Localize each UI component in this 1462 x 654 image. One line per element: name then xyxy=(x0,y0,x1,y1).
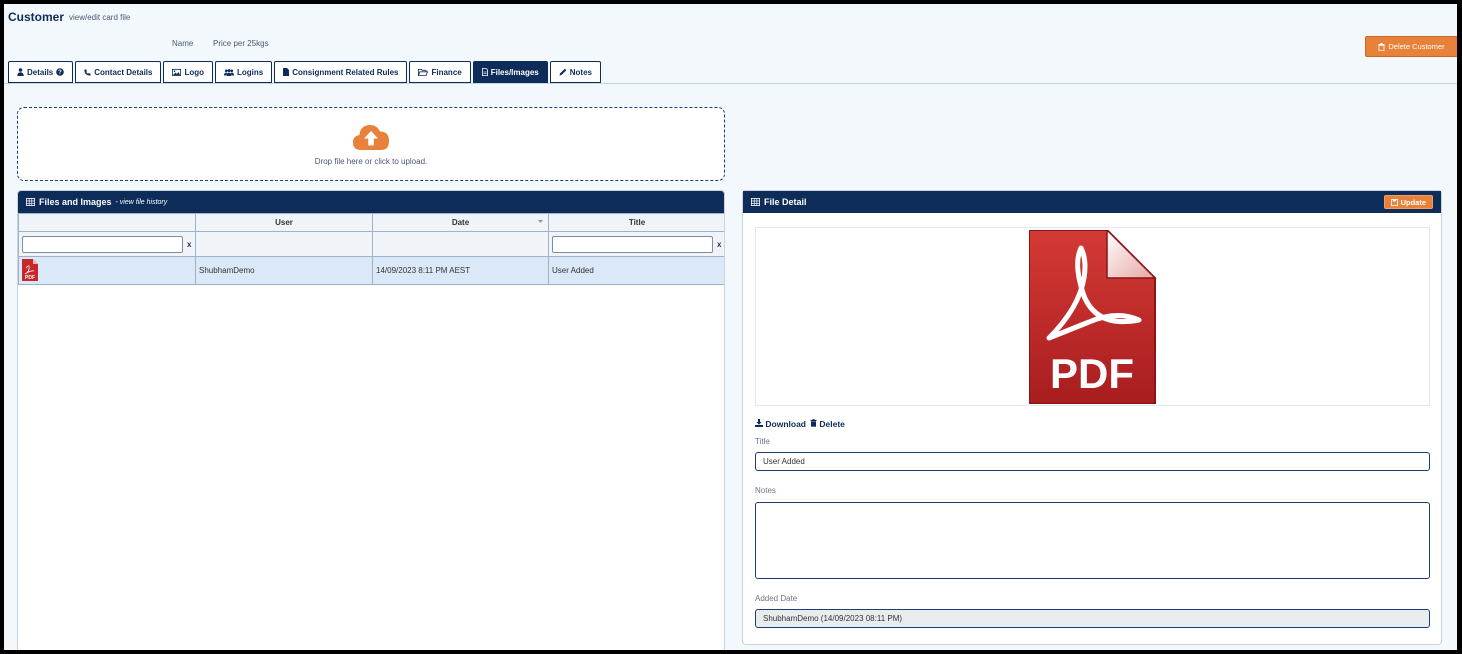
column-header-user[interactable]: User xyxy=(195,213,373,232)
column-header-title[interactable]: Title xyxy=(548,213,724,232)
file-preview: PDF xyxy=(755,227,1430,406)
page-subtitle: view/edit card file xyxy=(69,13,131,22)
files-images-panel: Files and Images - view file history Use… xyxy=(17,190,725,650)
notes-label: Notes xyxy=(755,486,776,495)
svg-text:?: ? xyxy=(58,70,62,76)
tab-details-label: Details xyxy=(27,67,54,77)
tab-files-images[interactable]: Files/Images xyxy=(472,61,548,83)
filter-cell-title: x xyxy=(548,231,724,257)
file-icon-cell: PDF xyxy=(18,256,196,285)
page-title: Customer xyxy=(8,10,65,24)
title-field[interactable]: User Added xyxy=(755,452,1430,471)
added-date-field: ShubhamDemo (14/09/2023 08:11 PM) xyxy=(755,609,1430,628)
icon-filter-input[interactable] xyxy=(22,235,183,253)
table-row[interactable]: PDF ShubhamDemo 14/09/2023 8:11 PM AEST … xyxy=(18,256,724,285)
pencil-icon xyxy=(559,68,567,76)
delete-customer-button[interactable]: Delete Customer xyxy=(1365,36,1457,57)
tab-details[interactable]: Details ? xyxy=(8,61,74,83)
user-cell: ShubhamDemo xyxy=(195,256,373,285)
column-header-icon xyxy=(18,213,196,232)
file-detail-title: File Detail xyxy=(764,197,807,207)
files-panel-header: Files and Images - view file history xyxy=(18,191,724,213)
app-frame: Customer view/edit card file Name Price … xyxy=(4,4,1457,650)
file-actions: Download Delete xyxy=(755,419,845,429)
tab-finance-label: Finance xyxy=(431,67,462,77)
delete-file-label: Delete xyxy=(819,419,845,429)
table-icon xyxy=(26,198,35,206)
clear-icon-filter-button[interactable]: x xyxy=(187,240,191,249)
cloud-upload-icon xyxy=(353,124,389,150)
file-dropzone[interactable]: Drop file here or click to upload. xyxy=(17,107,725,181)
tab-logins-label: Logins xyxy=(237,67,264,77)
tab-files-images-label: Files/Images xyxy=(490,67,539,77)
filter-cell-icon: x xyxy=(18,231,196,257)
name-label: Name xyxy=(172,39,194,48)
files-panel-title: Files and Images xyxy=(39,197,112,207)
download-link[interactable]: Download xyxy=(755,419,806,429)
delete-customer-label: Delete Customer xyxy=(1388,42,1445,51)
file-detail-header: File Detail Update xyxy=(743,191,1441,213)
question-circle-icon: ? xyxy=(56,68,65,76)
tab-consignment-rules[interactable]: Consignment Related Rules xyxy=(274,61,408,83)
tab-bar: Details ? Contact Details Logo Logins Co… xyxy=(8,61,601,83)
tab-logins[interactable]: Logins xyxy=(215,61,273,83)
file-detail-panel: File Detail Update PDF Download Delete T… xyxy=(742,190,1442,645)
pdf-preview-label: PDF xyxy=(1050,350,1134,397)
update-label: Update xyxy=(1400,197,1426,207)
trash-icon xyxy=(1378,42,1385,51)
tab-consignment-rules-label: Consignment Related Rules xyxy=(292,67,399,77)
tab-finance[interactable]: Finance xyxy=(409,61,471,83)
pdf-icon: PDF xyxy=(22,258,38,281)
tab-logo-label: Logo xyxy=(184,67,205,77)
tab-contact-details[interactable]: Contact Details xyxy=(75,61,162,83)
filter-cell-user xyxy=(195,231,373,257)
download-icon xyxy=(755,419,763,427)
save-icon xyxy=(1390,198,1398,206)
user-icon xyxy=(17,68,24,76)
dropzone-text: Drop file here or click to upload. xyxy=(314,156,428,166)
view-file-history-link[interactable]: - view file history xyxy=(116,199,168,206)
table-icon xyxy=(751,198,760,206)
pdf-icon-label: PDF xyxy=(25,275,35,281)
name-value: Price per 25kgs xyxy=(213,39,269,48)
tab-divider xyxy=(4,83,1457,84)
clear-title-filter-button[interactable]: x xyxy=(717,240,721,249)
update-button[interactable]: Update xyxy=(1383,195,1433,209)
tab-contact-details-label: Contact Details xyxy=(94,67,153,77)
folder-open-icon xyxy=(418,68,429,76)
files-table: User Date Title x x PDF ShubhamDemo 14/0… xyxy=(18,213,724,285)
users-icon xyxy=(224,68,235,76)
file-icon xyxy=(283,68,290,76)
column-header-date[interactable]: Date xyxy=(372,213,549,232)
trash-icon xyxy=(810,419,817,427)
delete-file-link[interactable]: Delete xyxy=(810,419,845,429)
tab-logo[interactable]: Logo xyxy=(163,61,214,83)
title-cell: User Added xyxy=(548,256,724,285)
title-label: Title xyxy=(755,437,770,446)
date-cell: 14/09/2023 8:11 PM AEST xyxy=(372,256,549,285)
title-filter-input[interactable] xyxy=(552,235,713,253)
column-header-date-label: Date xyxy=(451,218,470,227)
tab-notes[interactable]: Notes xyxy=(549,61,601,83)
download-label: Download xyxy=(765,419,806,429)
added-date-label: Added Date xyxy=(755,594,798,603)
sort-desc-icon xyxy=(538,220,543,223)
image-icon xyxy=(172,68,182,76)
tab-notes-label: Notes xyxy=(569,67,592,77)
file-text-icon xyxy=(481,68,488,76)
pdf-preview-icon: PDF xyxy=(1028,229,1157,404)
phone-icon xyxy=(84,69,91,76)
filter-cell-date xyxy=(372,231,549,257)
notes-textarea[interactable] xyxy=(755,502,1430,579)
